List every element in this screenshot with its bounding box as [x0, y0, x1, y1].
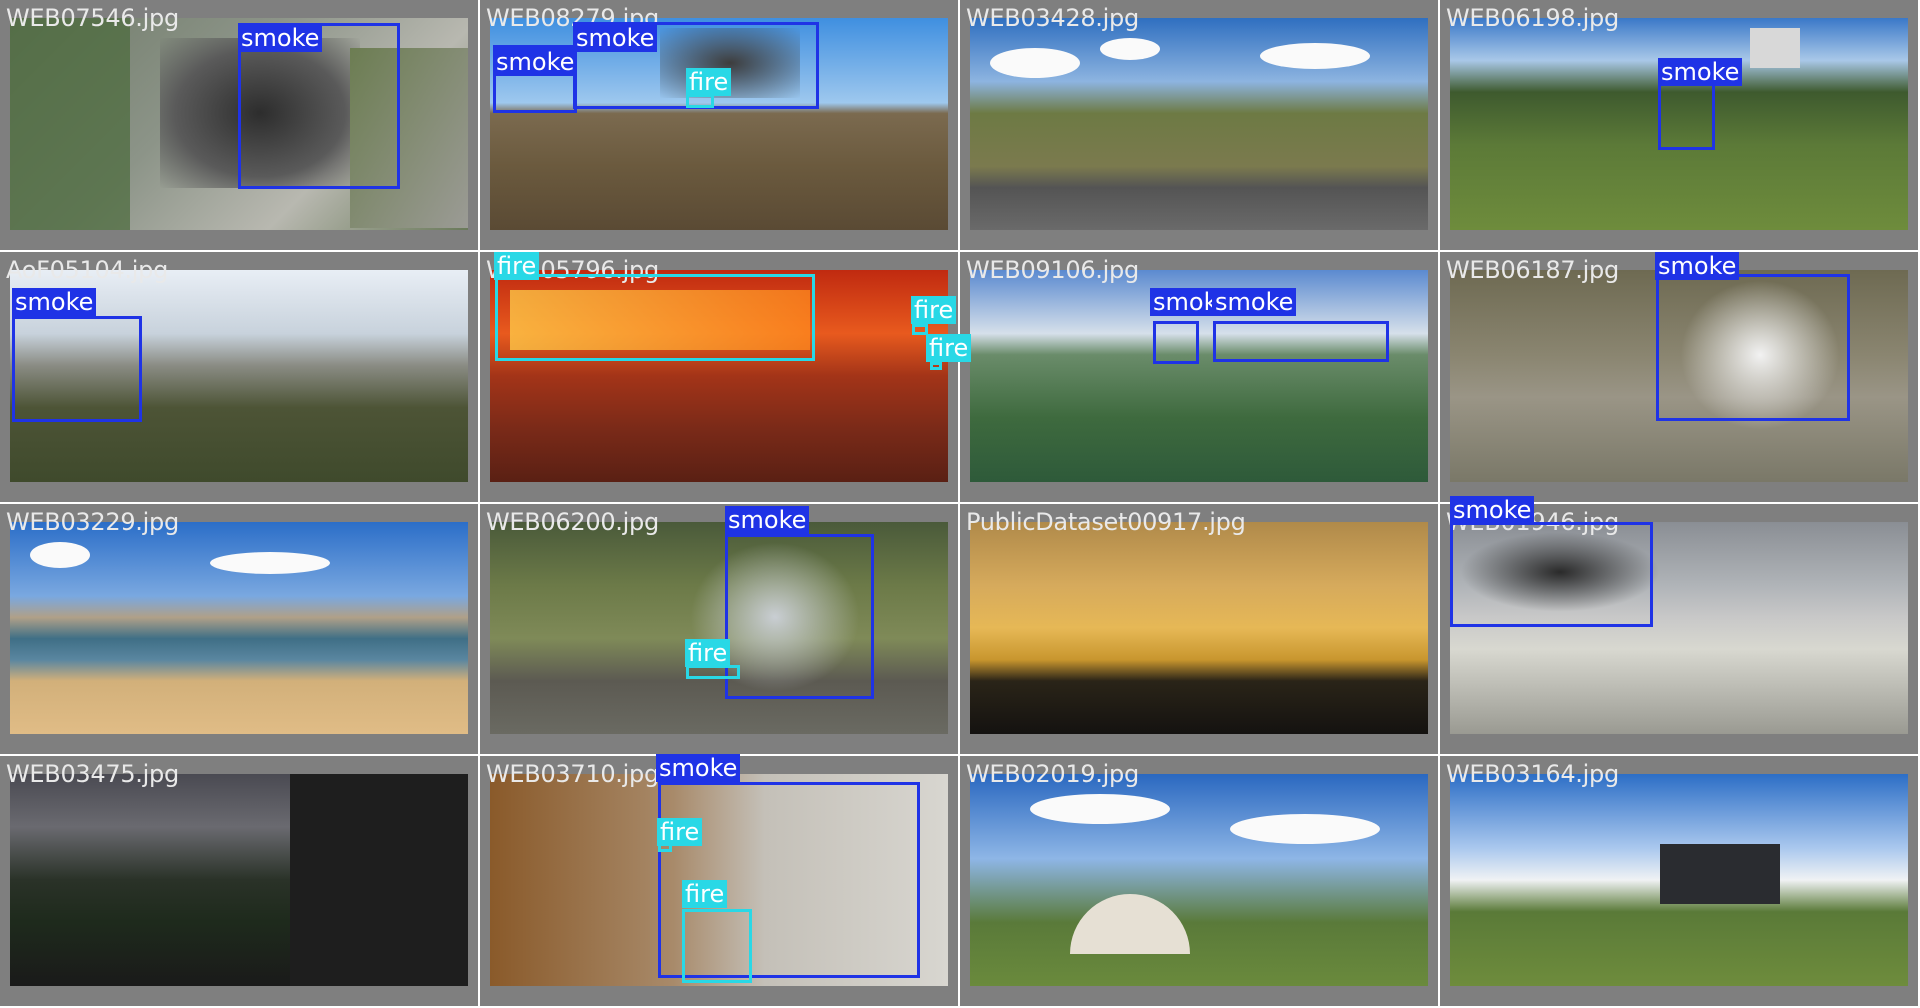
filename-label: WEB03229.jpg: [6, 508, 179, 536]
image-tile: WEB07546.jpg smoke: [0, 0, 480, 252]
image-tile: WEB03475.jpg: [0, 756, 480, 1008]
filename-label: WEB09106.jpg: [966, 256, 1139, 284]
smoke-class-tag: smoke: [1655, 252, 1740, 280]
smoke-class-tag: smoke: [1658, 58, 1743, 86]
smoke-bounding-box: [1656, 274, 1850, 421]
image-tile: WEB05796.jpg fire fire fire: [480, 252, 972, 504]
filename-label: WEB02019.jpg: [966, 760, 1139, 788]
fire-bounding-box: [495, 274, 815, 361]
smoke-class-tag: smoke: [725, 506, 810, 534]
smoke-bounding-box: [725, 534, 874, 699]
fire-bounding-box: [686, 94, 714, 108]
smoke-class-tag: smoke: [656, 754, 741, 782]
smoke-bounding-box: [1153, 321, 1199, 364]
scene-dome-building: [970, 774, 1428, 986]
smoke-bounding-box: [12, 316, 142, 422]
filename-label: WEB07546.jpg: [6, 4, 179, 32]
detection-grid: WEB07546.jpg smoke WEB08279.jpg smoke sm…: [0, 0, 1920, 1008]
fire-bounding-box: [686, 665, 740, 679]
smoke-class-tag: smoke: [493, 48, 578, 76]
filename-label: WEB03710.jpg: [486, 760, 659, 788]
scene-beach: [10, 522, 468, 734]
fire-bounding-box: [930, 362, 942, 370]
scene-sunset-lake: [970, 522, 1428, 734]
smoke-class-tag: smoke: [1450, 496, 1535, 524]
scene-dark-terrace: [10, 774, 468, 986]
fire-class-tag: fire: [926, 334, 972, 362]
image-tile: WEB09106.jpg smoke smoke: [960, 252, 1440, 504]
filename-label: WEB03475.jpg: [6, 760, 179, 788]
scene-park-building: [1450, 774, 1908, 986]
fire-class-tag: fire: [682, 880, 728, 908]
fire-class-tag: fire: [685, 639, 731, 667]
scene-hillside-road: [970, 18, 1428, 230]
filename-label: AoF05104.jpg: [6, 256, 168, 284]
image-tile: WEB03229.jpg: [0, 504, 480, 756]
image-tile: WEB06200.jpg smoke fire: [480, 504, 960, 756]
smoke-bounding-box: [1450, 522, 1653, 627]
filename-label: WEB03428.jpg: [966, 4, 1139, 32]
image-tile: PublicDataset00917.jpg: [960, 504, 1440, 756]
image-tile: WEB06198.jpg smoke: [1440, 0, 1920, 252]
filename-label: WEB06187.jpg: [1446, 256, 1619, 284]
image-tile: AoF05104.jpg smoke: [0, 252, 480, 504]
image-tile: WEB03428.jpg: [960, 0, 1440, 252]
image-tile: WEB01946.jpg smoke: [1440, 496, 1920, 756]
image-tile: WEB03164.jpg: [1440, 756, 1920, 1008]
smoke-class-tag: smoke: [12, 288, 97, 316]
image-tile: WEB08279.jpg smoke smoke fire: [480, 0, 960, 252]
image-tile: WEB06187.jpg smoke: [1440, 252, 1920, 504]
filename-label: WEB06198.jpg: [1446, 4, 1619, 32]
fire-class-tag: fire: [911, 296, 957, 324]
image-tile: WEB02019.jpg: [960, 756, 1440, 1008]
smoke-class-tag: smoke: [573, 24, 658, 52]
smoke-class-tag: smoke: [1212, 288, 1297, 316]
filename-label: PublicDataset00917.jpg: [966, 508, 1246, 536]
filename-label: WEB06200.jpg: [486, 508, 659, 536]
image-tile: WEB03710.jpg smoke fire fire: [480, 754, 960, 1008]
smoke-bounding-box: [1213, 321, 1389, 362]
smoke-class-tag: smoke: [238, 24, 323, 52]
fire-class-tag: fire: [686, 68, 732, 96]
scene-field-fire: [490, 522, 948, 734]
fire-class-tag: fire: [494, 252, 540, 280]
filename-label: WEB03164.jpg: [1446, 760, 1619, 788]
fire-class-tag: fire: [657, 818, 703, 846]
fire-bounding-box: [682, 909, 752, 983]
